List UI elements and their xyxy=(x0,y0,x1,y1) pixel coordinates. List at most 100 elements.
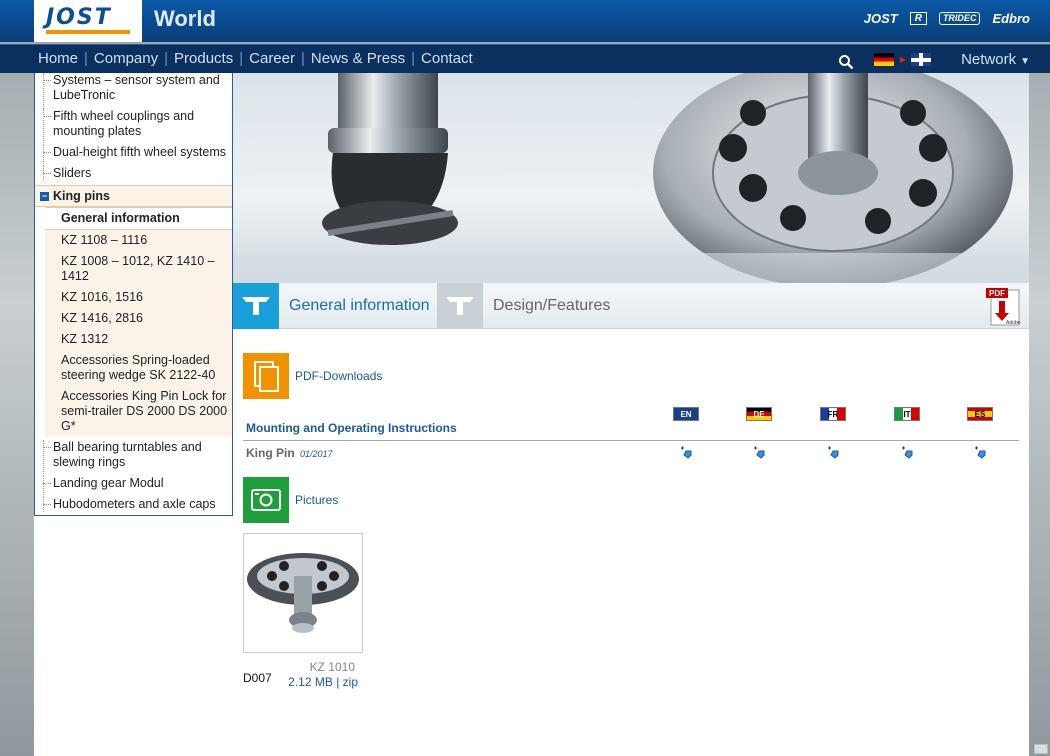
top-header: JOST World JOST R TRIDEC Edbro xyxy=(0,0,1050,42)
tree-line xyxy=(43,476,44,497)
document-name: King Pin 01/2017 xyxy=(246,446,333,460)
download-en-icon[interactable] xyxy=(679,446,693,460)
resize-handle-icon[interactable] xyxy=(1034,744,1048,754)
picture-code: D007 xyxy=(243,671,272,685)
sidebar-item-dual-height[interactable]: Dual-height fifth wheel systems xyxy=(35,145,232,166)
uk-flag-icon[interactable] xyxy=(911,53,932,66)
document-date: 01/2017 xyxy=(300,449,333,459)
picture-name: KZ 1010 xyxy=(309,660,355,674)
picture-caption: D007 KZ 1010 2.12 MB | zip xyxy=(243,657,363,693)
tab-label: Design/Features xyxy=(493,297,611,314)
tree-line xyxy=(43,73,44,109)
sidebar-item-ball-bearing[interactable]: Ball bearing turntables and slewing ring… xyxy=(35,440,232,476)
chevron-down-icon: ▼ xyxy=(1020,56,1030,67)
sidebar-item-landing-gear[interactable]: Landing gear Modul xyxy=(35,476,232,497)
tree-line xyxy=(43,166,44,181)
king-pin-icon xyxy=(437,283,483,329)
lang-de-flag: DE xyxy=(746,407,772,421)
sidebar-item-systems[interactable]: Systems – sensor system and LubeTronic xyxy=(35,73,232,109)
picture-thumbnail[interactable] xyxy=(243,533,363,653)
pictures-section: Pictures D007 KZ 1010 2.12 MB | zip xyxy=(243,477,1019,693)
lang-fr-flag: FR xyxy=(820,407,846,421)
tab-design-features[interactable]: Design/Features xyxy=(437,283,610,329)
king-pin-thumbnail-image xyxy=(247,553,359,633)
nav-contact[interactable]: Contact xyxy=(421,50,473,67)
sidebar-item-label: Landing gear Modul xyxy=(53,476,164,490)
downloads-table-header: Mounting and Operating Instructions EN D… xyxy=(243,401,1019,441)
nav-news-press[interactable]: News & Press xyxy=(311,50,405,67)
sidebar-item-label: Ball bearing turntables and slewing ring… xyxy=(53,440,202,469)
language-arrow-icon: ▶ xyxy=(899,55,907,64)
logo-text: JOST xyxy=(46,5,112,30)
sidebar-subitem-kz-1016[interactable]: KZ 1016, 1516 xyxy=(45,287,232,308)
nav-company[interactable]: Company xyxy=(94,50,158,67)
sidebar-subitem-king-pin-lock[interactable]: Accessories King Pin Lock for semi-trail… xyxy=(45,386,232,437)
sidebar-subitem-kz-1108[interactable]: KZ 1108 – 1116 xyxy=(45,230,232,251)
lang-en-flag: EN xyxy=(673,407,699,421)
nav-tools: ▶ Network ▼ xyxy=(838,51,1030,70)
king-pin-photo xyxy=(233,73,1029,283)
search-icon[interactable] xyxy=(838,54,854,70)
table-row: King Pin 01/2017 xyxy=(243,441,1019,463)
jost-logo[interactable]: JOST xyxy=(34,0,142,42)
lang-it-flag: IT xyxy=(894,407,920,421)
logo-underline xyxy=(46,30,130,34)
tab-label: General information xyxy=(289,297,430,314)
brand-jost[interactable]: JOST xyxy=(864,11,898,26)
brand-tridec[interactable]: TRIDEC xyxy=(938,12,981,25)
pdf-icon[interactable]: PDF Adobe xyxy=(985,287,1023,327)
network-label: Network xyxy=(961,51,1017,68)
sidebar-subitem-kz-1008[interactable]: KZ 1008 – 1012, KZ 1410 – 1412 xyxy=(45,251,232,287)
nav-products[interactable]: Products xyxy=(174,50,233,67)
downloads-heading: Mounting and Operating Instructions xyxy=(246,421,457,435)
pdf-brand-label: Adobe xyxy=(1006,320,1021,326)
lang-es-flag: ES xyxy=(967,407,993,421)
picture-format: zip xyxy=(342,675,358,689)
sidebar-item-label: King pins xyxy=(53,189,110,203)
camera-icon xyxy=(243,477,289,523)
nav-separator: | xyxy=(164,50,169,67)
download-de-icon[interactable] xyxy=(752,446,766,460)
network-dropdown[interactable]: Network ▼ xyxy=(961,51,1030,68)
tab-general-information[interactable]: General information xyxy=(233,283,430,329)
tree-line xyxy=(43,109,44,145)
sidebar-subitem-steering-wedge[interactable]: Accessories Spring-loaded steering wedge… xyxy=(45,350,232,386)
pdf-label: PDF xyxy=(989,289,1005,298)
document-title: King Pin xyxy=(246,446,295,460)
download-fr-icon[interactable] xyxy=(826,446,840,460)
nav-home[interactable]: Home xyxy=(38,50,78,67)
picture-size: 2.12 MB xyxy=(288,675,333,689)
tree-line xyxy=(43,440,44,476)
main-navbar: Home | Company | Products | Career | New… xyxy=(0,44,1050,73)
main-nav: Home | Company | Products | Career | New… xyxy=(38,50,473,67)
sidebar-subitem-general-information[interactable]: General information xyxy=(45,207,232,230)
nav-separator: | xyxy=(239,50,244,67)
product-sidebar: Systems – sensor system and LubeTronic F… xyxy=(34,73,233,516)
sidebar-item-sliders[interactable]: Sliders xyxy=(35,166,232,181)
king-pin-icon xyxy=(233,283,279,329)
brand-edbro[interactable]: Edbro xyxy=(992,11,1030,26)
download-it-icon[interactable] xyxy=(900,446,914,460)
brand-rockinger[interactable]: R xyxy=(909,12,927,25)
nav-separator: | xyxy=(84,50,88,67)
tree-line xyxy=(43,145,44,166)
sidebar-item-king-pins[interactable]: − King pins xyxy=(35,185,232,207)
main-content: PDF-Downloads Mounting and Operating Ins… xyxy=(243,353,1019,693)
sidebar-item-label: Systems – sensor system and LubeTronic xyxy=(53,73,220,102)
nav-career[interactable]: Career xyxy=(249,50,295,67)
picture-download-link[interactable]: 2.12 MB | zip xyxy=(288,675,358,689)
documents-icon xyxy=(243,353,289,399)
sidebar-subitem-kz-1312[interactable]: KZ 1312 xyxy=(45,329,232,350)
sidebar-item-hubodometers[interactable]: Hubodometers and axle caps xyxy=(35,497,232,512)
sidebar-item-label: Sliders xyxy=(53,166,92,180)
content-tabs: General information Design/Features PDF … xyxy=(233,283,1029,329)
nav-separator: | xyxy=(411,50,416,67)
german-flag-icon[interactable] xyxy=(873,53,894,66)
download-es-icon[interactable] xyxy=(973,446,987,460)
sidebar-subitem-kz-1416[interactable]: KZ 1416, 2816 xyxy=(45,308,232,329)
collapse-icon[interactable]: − xyxy=(40,192,49,201)
pdf-downloads-section: PDF-Downloads Mounting and Operating Ins… xyxy=(243,353,1019,463)
nav-separator: | xyxy=(301,50,305,67)
hero-image xyxy=(233,73,1029,283)
sidebar-item-fifth-wheel[interactable]: Fifth wheel couplings and mounting plate… xyxy=(35,109,232,145)
